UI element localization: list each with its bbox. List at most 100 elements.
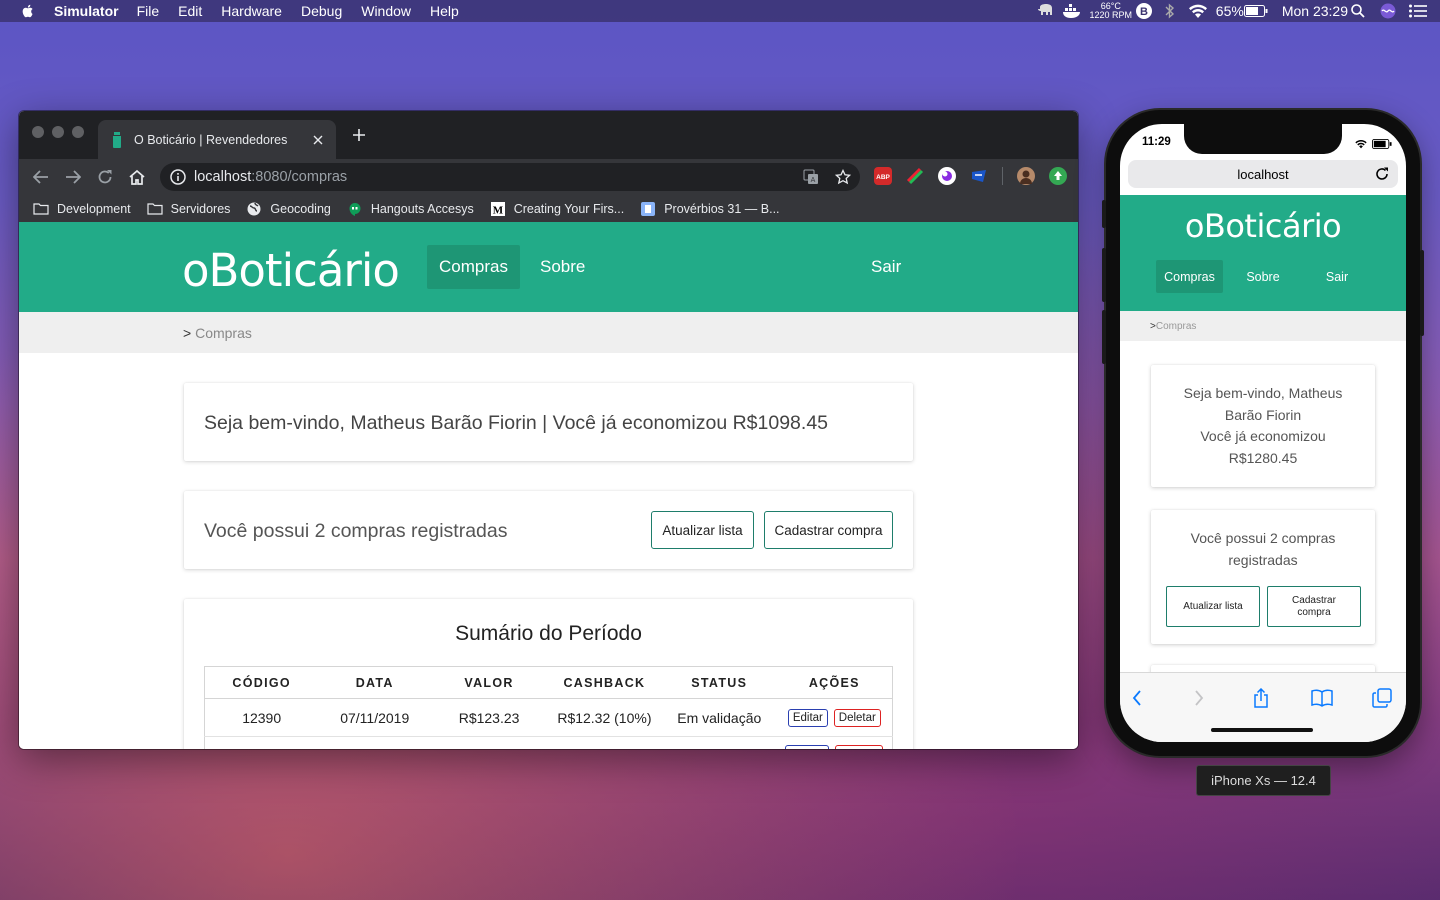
menu-window[interactable]: Window [361, 3, 411, 19]
browser-tab-active[interactable]: O Boticário | Revendedores [98, 120, 336, 159]
mobile-count-line: Você possui 2 compras [1190, 530, 1336, 546]
menu-debug[interactable]: Debug [301, 3, 342, 19]
bookmark-proverbios[interactable]: Provérbios 31 — B... [640, 201, 780, 216]
battery-percentage[interactable]: 65% [1216, 3, 1244, 19]
mute-switch[interactable] [1102, 200, 1106, 228]
siri-icon[interactable] [1378, 2, 1398, 20]
wifi-icon[interactable] [1188, 2, 1208, 20]
forward-arrow-icon[interactable] [61, 165, 85, 189]
adblock-plus-icon[interactable]: ABP [874, 167, 892, 185]
edit-button[interactable] [785, 745, 830, 749]
home-icon[interactable] [125, 165, 149, 189]
bookmark-medium[interactable]: M Creating Your Firs... [490, 201, 625, 216]
mobile-welcome-line: Seja bem-vindo, Matheus [1183, 385, 1343, 401]
svg-text:A: A [811, 177, 816, 184]
mobile-nav-sobre[interactable]: Sobre [1234, 260, 1292, 293]
temperature-readout[interactable]: 66°C 1220 RPM [1088, 2, 1134, 20]
safari-bookmarks-icon[interactable] [1311, 687, 1333, 709]
column-header-valor: VALOR [431, 666, 547, 699]
address-bar[interactable]: localhost:8080/compras A [160, 163, 860, 191]
ios-battery-icon [1372, 136, 1392, 154]
bookmark-servidores[interactable]: Servidores [147, 201, 231, 216]
bookmark-label: Servidores [170, 201, 231, 216]
mobile-breadcrumb-trail: >Compras [1150, 321, 1196, 332]
update-available-icon[interactable] [1049, 167, 1067, 185]
bookmark-star-icon[interactable] [834, 168, 852, 186]
volume-down-button[interactable] [1102, 310, 1106, 364]
breadcrumb-current[interactable]: Compras [195, 325, 252, 341]
zoom-window-button[interactable] [72, 126, 84, 138]
bookmark-hangouts[interactable]: Hangouts Accesys [347, 202, 474, 216]
boticario-logo[interactable]: oBoticário [182, 244, 400, 297]
svg-text:ABP: ABP [876, 174, 890, 181]
edit-button[interactable]: Editar [787, 709, 828, 727]
safari-back-icon[interactable] [1126, 687, 1148, 709]
mobile-register-purchase-button[interactable]: Cadastrar compra [1267, 586, 1361, 627]
nav-compras[interactable]: Compras [427, 245, 520, 289]
breadcrumb-trail: > Compras [183, 325, 252, 341]
safari-address-bar[interactable]: localhost [1128, 160, 1398, 188]
new-tab-icon[interactable] [349, 125, 369, 145]
menu-file[interactable]: File [137, 3, 160, 19]
refresh-list-button[interactable]: Atualizar lista [651, 511, 754, 549]
welcome-card: Seja bem-vindo, Matheus Barão Fiorin | V… [184, 383, 913, 461]
elephant-icon[interactable] [1036, 2, 1056, 20]
menu-help[interactable]: Help [430, 3, 459, 19]
menubar-clock[interactable]: Mon 23:29 [1282, 3, 1348, 19]
mobile-nav-sair[interactable]: Sair [1312, 260, 1362, 293]
cell-data: 07/11/2019 [318, 698, 432, 737]
breadcrumb: > Compras [19, 312, 1078, 353]
circle-extension-icon[interactable] [938, 167, 956, 185]
nav-sobre[interactable]: Sobre [528, 245, 597, 289]
site-info-icon[interactable] [170, 169, 186, 185]
breadcrumb-separator: > [183, 325, 192, 341]
spotlight-search-icon[interactable] [1348, 2, 1368, 20]
close-tab-icon[interactable] [308, 130, 328, 150]
notification-center-icon[interactable] [1408, 2, 1428, 20]
menu-hardware[interactable]: Hardware [221, 3, 282, 19]
register-purchase-button[interactable]: Cadastrar compra [764, 511, 893, 549]
menubar-status-area: 66°C 1220 RPM B 65% Mon 23:29 [1036, 0, 1440, 22]
blue-extension-icon[interactable] [970, 167, 988, 185]
safari-reload-icon[interactable] [1374, 166, 1390, 182]
translate-icon[interactable]: A [802, 168, 820, 186]
delete-button[interactable]: Deletar [833, 709, 881, 727]
delete-button[interactable] [835, 745, 884, 749]
globe-icon [246, 202, 262, 216]
extensions-area: ABP [874, 167, 1078, 185]
menu-edit[interactable]: Edit [178, 3, 202, 19]
mobile-nav-compras[interactable]: Compras [1156, 260, 1223, 293]
mobile-refresh-list-button[interactable]: Atualizar lista [1166, 586, 1260, 627]
home-indicator[interactable] [1211, 728, 1313, 732]
bookmark-development[interactable]: Development [33, 202, 131, 216]
safari-forward-icon[interactable] [1188, 687, 1210, 709]
bitcoin-icon[interactable]: B [1134, 2, 1154, 20]
column-header-status: STATUS [661, 666, 777, 699]
side-power-button[interactable] [1420, 250, 1424, 336]
mobile-welcome-card: Seja bem-vindo, Matheus Barão Fiorin Voc… [1151, 365, 1375, 487]
folder-icon [147, 202, 163, 216]
profile-avatar[interactable] [1017, 167, 1035, 185]
safari-share-icon[interactable] [1250, 687, 1272, 709]
back-arrow-icon[interactable] [29, 165, 53, 189]
safari-tabs-icon[interactable] [1371, 687, 1393, 709]
bookmark-label: Creating Your Firs... [513, 201, 625, 216]
docker-icon[interactable] [1062, 2, 1082, 20]
nav-sair[interactable]: Sair [859, 245, 913, 289]
reload-icon[interactable] [93, 165, 117, 189]
apple-menu-icon[interactable] [20, 3, 36, 19]
mobile-boticario-logo[interactable]: oBoticário [1120, 207, 1406, 245]
menu-app-simulator[interactable]: Simulator [54, 3, 119, 19]
close-window-button[interactable] [32, 126, 44, 138]
bookmark-geocoding[interactable]: Geocoding [246, 202, 331, 216]
bluetooth-icon[interactable] [1160, 2, 1180, 20]
ios-wifi-icon [1354, 136, 1368, 154]
volume-up-button[interactable] [1102, 248, 1106, 302]
svg-text:M: M [493, 204, 504, 216]
battery-icon[interactable] [1243, 2, 1268, 20]
mobile-breadcrumb-current[interactable]: Compras [1156, 321, 1197, 332]
minimize-window-button[interactable] [52, 126, 64, 138]
mobile-count-line: registradas [1228, 551, 1298, 568]
window-controls [32, 126, 92, 138]
colorful-extension-icon[interactable] [906, 167, 924, 185]
